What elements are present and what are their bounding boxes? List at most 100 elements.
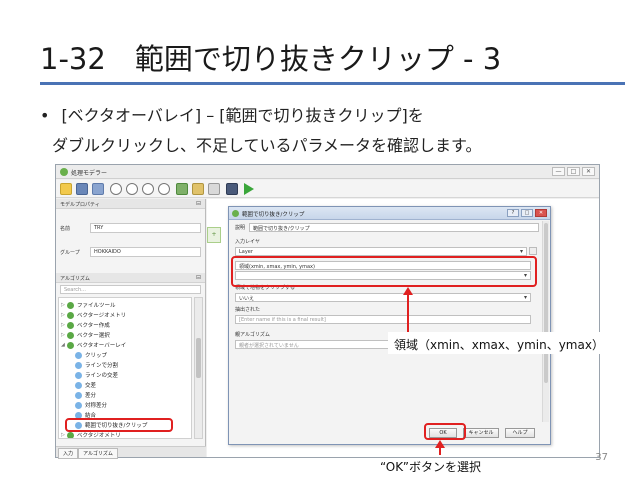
window-controls: — □ ✕ (552, 167, 595, 176)
algorithm-icon (75, 391, 82, 399)
tree-item[interactable]: 差分 (75, 390, 96, 400)
tab-inputs[interactable]: 入力 (58, 448, 79, 459)
iterate-icon[interactable] (529, 247, 537, 255)
bullet-line-1: • [ベクタオーバレイ] – [範囲で切り抜きクリップ]を (40, 102, 424, 126)
tree-item[interactable]: ◢ ベクタオーバーレイ (61, 340, 126, 350)
tree-scrollbar[interactable] (194, 297, 203, 439)
qgis-icon (67, 311, 74, 319)
qgis-icon (67, 331, 74, 339)
dialog-scrollbar[interactable] (542, 221, 549, 422)
zoom-in-icon[interactable] (110, 183, 122, 195)
dialog-title: 範囲で切り抜き/クリップ (242, 212, 305, 218)
extent-note: 領域（xmin、xmax、ymin、ymax） (394, 338, 604, 352)
export-pdf-icon[interactable] (192, 183, 204, 195)
model-name-label: 名前 (60, 226, 71, 232)
help-icon[interactable]: ? (507, 209, 519, 217)
output-label: 抽出された (235, 307, 261, 313)
page-number: 37 (595, 452, 608, 463)
close-button[interactable]: ✕ (535, 209, 547, 217)
scrollbar-thumb[interactable] (544, 223, 548, 383)
description-field[interactable]: 範囲で切り抜き/クリップ (249, 223, 539, 232)
tree-item[interactable]: 交差 (75, 380, 96, 390)
zoom-actual-icon[interactable] (142, 183, 154, 195)
tree-item-label: ラインの交差 (85, 373, 119, 379)
tree-item-label: ベクタオーバーレイ (77, 343, 127, 349)
tree-item-label: クリップ (85, 353, 108, 359)
algorithm-icon (75, 361, 82, 369)
ok-arrow (439, 447, 441, 455)
tab-algorithms[interactable]: アルゴリズム (78, 448, 118, 459)
export-image-icon[interactable] (176, 183, 188, 195)
model-name-field[interactable]: TRY (90, 223, 201, 233)
clip-to-extent-select[interactable]: いいえ (235, 293, 531, 302)
save-as-icon[interactable] (92, 183, 104, 195)
modeler-titlebar: 処理モデラー — □ ✕ (56, 165, 599, 179)
ok-button-highlight (424, 423, 466, 440)
input-layer-label: 入力レイヤ (235, 239, 260, 245)
canvas-add-node-icon[interactable]: + (207, 227, 221, 243)
float-panel-icon[interactable]: ⊟ (196, 274, 201, 281)
tree-item[interactable]: ▷ ファイルツール (61, 300, 116, 310)
tree-item-highlight (65, 418, 173, 432)
tree-item-label: 差分 (85, 393, 97, 399)
algorithm-search-input[interactable]: Search... (60, 285, 201, 294)
help-button[interactable]: ヘルプ (505, 428, 535, 438)
dialog-footer: OK キャンセル ヘルプ (229, 422, 550, 444)
model-group-label: グループ (60, 250, 80, 256)
dialog-window-controls: ? □ ✕ (507, 209, 547, 217)
close-button[interactable]: ✕ (582, 167, 595, 176)
tree-item[interactable]: ▷ ベクター選択 (61, 330, 110, 340)
properties-panel-header: モデルプロパティ ⊟ (56, 199, 205, 209)
qgis-icon (67, 301, 74, 309)
tree-item-label: ベクター選択 (77, 333, 110, 339)
tree-item[interactable]: ▷ ベクタージオメトリ (61, 310, 126, 320)
model-group-row: グループ HOKKAIDO (60, 247, 201, 257)
qgis-icon (67, 431, 74, 438)
python-script-icon[interactable] (226, 183, 238, 195)
tree-item-label: ファイルツール (77, 303, 116, 309)
algorithms-panel-header: アルゴリズム ⊟ (56, 273, 205, 283)
tree-item-label: ベクター作成 (77, 323, 110, 329)
clip-extent-dialog: 範囲で切り抜き/クリップ ? □ ✕ 説明 範囲で切り抜き/クリップ 入力レイヤ… (228, 206, 551, 445)
open-folder-icon[interactable] (60, 183, 72, 195)
scrollbar-thumb[interactable] (196, 338, 201, 378)
maximize-button[interactable]: □ (567, 167, 580, 176)
maximize-button[interactable]: □ (521, 209, 533, 217)
tree-item[interactable]: 対称差分 (75, 400, 107, 410)
run-model-icon[interactable] (244, 183, 254, 195)
cancel-button[interactable]: キャンセル (463, 428, 499, 438)
depends-label: 親アルゴリズム (235, 332, 270, 338)
properties-header-label: モデルプロパティ (60, 202, 100, 208)
float-panel-icon[interactable]: ⊟ (196, 200, 201, 207)
description-label: 説明 (235, 225, 246, 231)
tree-item[interactable]: ラインの交差 (75, 370, 118, 380)
slide-title: 1-32 範囲で切り抜きクリップ - 3 (40, 42, 502, 76)
bullet-text-1: [ベクタオーバレイ] – [範囲で切り抜きクリップ]を (61, 106, 424, 125)
algorithm-icon (75, 401, 82, 409)
tree-item[interactable]: ▷ ベクター作成 (61, 320, 110, 330)
algorithms-header-label: アルゴリズム (60, 276, 90, 282)
model-group-field[interactable]: HOKKAIDO (90, 247, 201, 257)
extent-arrow (407, 294, 409, 332)
extent-highlight (231, 256, 537, 287)
dialog-titlebar: 範囲で切り抜き/クリップ ? □ ✕ (229, 207, 550, 220)
algorithm-icon (75, 381, 82, 389)
tree-item[interactable]: ラインで分割 (75, 360, 118, 370)
export-svg-icon[interactable] (208, 183, 220, 195)
qgis-icon (67, 341, 74, 349)
output-name-input[interactable]: [Enter name if this is a final result] (235, 315, 531, 324)
tree-item-label: ベクタジオメトリ (77, 433, 121, 439)
algorithm-icon (75, 351, 82, 359)
input-layer-select[interactable]: Layer (235, 247, 527, 256)
save-icon[interactable] (76, 183, 88, 195)
tree-item[interactable]: クリップ (75, 350, 107, 360)
ok-note: “OK”ボタンを選択 (380, 460, 481, 474)
model-name-row: 名前 TRY (60, 223, 201, 233)
minimize-button[interactable]: — (552, 167, 565, 176)
algorithm-icon (75, 371, 82, 379)
title-underline (40, 82, 625, 85)
zoom-full-icon[interactable] (158, 183, 170, 195)
modeler-title: 処理モデラー (71, 170, 108, 177)
bullet-text-2: ダブルクリックし、不足しているパラメータを確認します。 (52, 136, 482, 155)
zoom-out-icon[interactable] (126, 183, 138, 195)
